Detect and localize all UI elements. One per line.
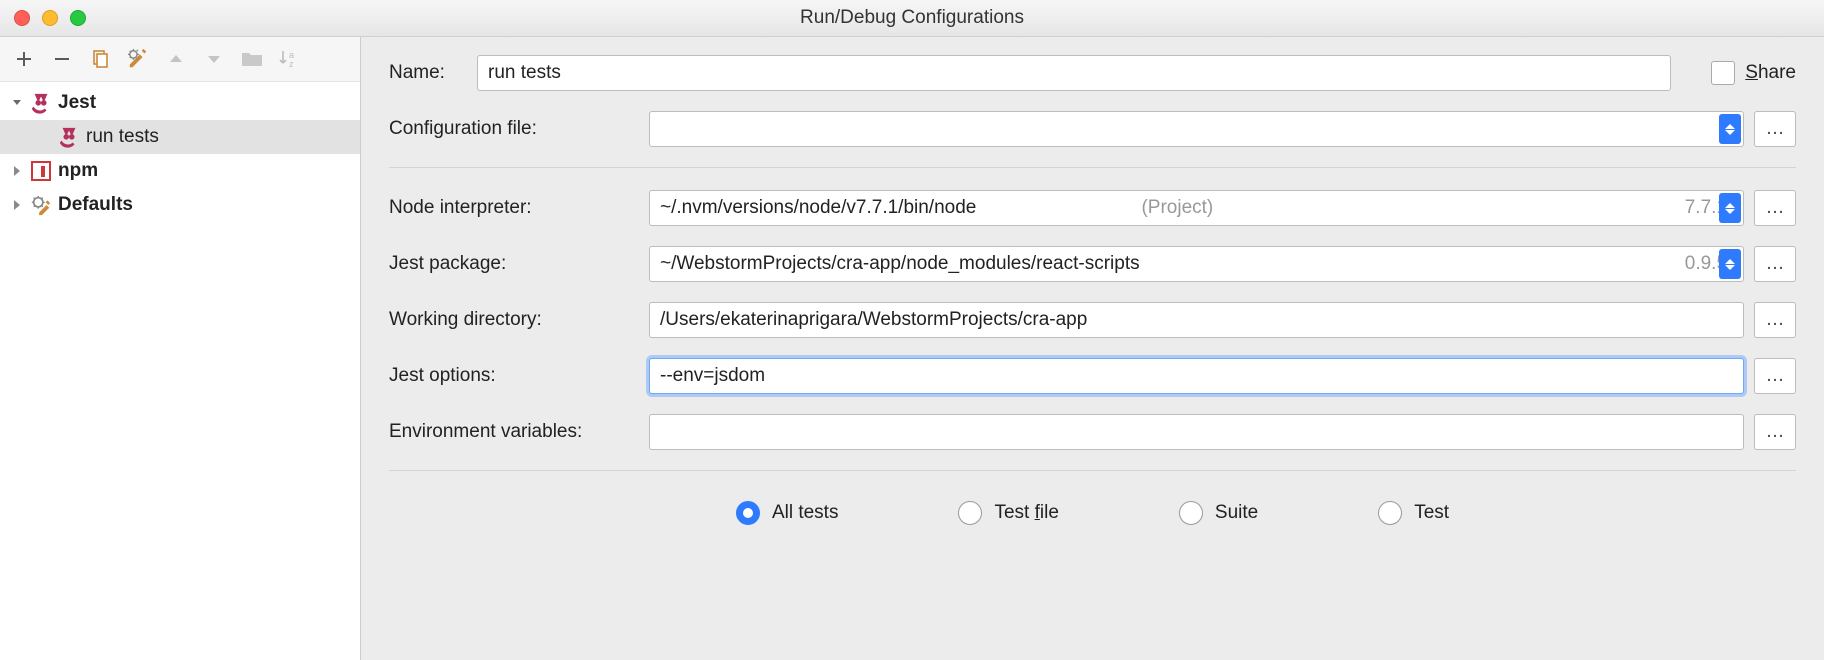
share-label: Share bbox=[1745, 62, 1796, 84]
env-vars-input[interactable] bbox=[649, 414, 1744, 450]
env-vars-edit-button[interactable]: … bbox=[1754, 414, 1796, 450]
config-panel: Name: Share Configuration file: … Node i… bbox=[361, 37, 1824, 660]
move-up-button[interactable] bbox=[164, 47, 188, 71]
jest-icon bbox=[58, 126, 80, 148]
tree-label: Defaults bbox=[58, 194, 133, 216]
folder-button[interactable] bbox=[240, 47, 264, 71]
jest-options-label: Jest options: bbox=[389, 365, 649, 387]
tree-node-jest[interactable]: Jest bbox=[0, 86, 360, 120]
add-config-button[interactable] bbox=[12, 47, 36, 71]
tree-node-npm[interactable]: npm bbox=[0, 154, 360, 188]
separator bbox=[389, 167, 1796, 168]
radio-label: Test bbox=[1414, 502, 1449, 524]
jest-package-select[interactable]: ~/WebstormProjects/cra-app/node_modules/… bbox=[649, 246, 1744, 282]
radio-icon bbox=[1179, 501, 1203, 525]
jest-options-expand-button[interactable]: … bbox=[1754, 358, 1796, 394]
dropdown-caret-icon bbox=[1719, 193, 1741, 223]
chevron-right-icon bbox=[10, 198, 24, 212]
env-vars-label: Environment variables: bbox=[389, 421, 649, 443]
working-dir-label: Working directory: bbox=[389, 309, 649, 331]
config-tree: Jest run tests npm bbox=[0, 82, 360, 660]
tree-label: run tests bbox=[86, 126, 159, 148]
node-interpreter-value: ~/.nvm/versions/node/v7.7.1/bin/node bbox=[660, 197, 1131, 219]
radio-icon bbox=[1378, 501, 1402, 525]
working-dir-input[interactable] bbox=[649, 302, 1744, 338]
jest-icon bbox=[30, 92, 52, 114]
npm-icon bbox=[30, 160, 52, 182]
radio-icon bbox=[736, 501, 760, 525]
minimize-window-button[interactable] bbox=[42, 10, 58, 26]
svg-text:z: z bbox=[289, 59, 294, 69]
share-option[interactable]: Share bbox=[1711, 61, 1796, 85]
radio-all-tests[interactable]: All tests bbox=[736, 501, 839, 525]
tree-label: npm bbox=[58, 160, 98, 182]
radio-test[interactable]: Test bbox=[1378, 501, 1449, 525]
chevron-down-icon bbox=[10, 96, 24, 110]
separator bbox=[389, 470, 1796, 471]
move-down-button[interactable] bbox=[202, 47, 226, 71]
jest-package-value: ~/WebstormProjects/cra-app/node_modules/… bbox=[660, 253, 1172, 275]
node-interpreter-label: Node interpreter: bbox=[389, 197, 649, 219]
node-interpreter-browse-button[interactable]: … bbox=[1754, 190, 1796, 226]
test-scope-radios: All tests Test file Suite Test bbox=[389, 501, 1796, 525]
config-file-select[interactable] bbox=[649, 111, 1744, 147]
dropdown-caret-icon bbox=[1719, 114, 1741, 144]
window-title: Run/Debug Configurations bbox=[0, 7, 1824, 29]
config-file-label: Configuration file: bbox=[389, 118, 649, 140]
configurations-sidebar: az Jest run tests bbox=[0, 37, 361, 660]
dropdown-caret-icon bbox=[1719, 249, 1741, 279]
tree-node-run-tests[interactable]: run tests bbox=[0, 120, 360, 154]
radio-test-file[interactable]: Test file bbox=[958, 501, 1058, 525]
window-controls bbox=[14, 10, 86, 26]
jest-package-label: Jest package: bbox=[389, 253, 649, 275]
radio-label: All tests bbox=[772, 502, 839, 524]
radio-label: Suite bbox=[1215, 502, 1258, 524]
close-window-button[interactable] bbox=[14, 10, 30, 26]
remove-config-button[interactable] bbox=[50, 47, 74, 71]
sort-az-button[interactable]: az bbox=[278, 47, 302, 71]
node-interpreter-select[interactable]: ~/.nvm/versions/node/v7.7.1/bin/node (Pr… bbox=[649, 190, 1744, 226]
zoom-window-button[interactable] bbox=[70, 10, 86, 26]
name-input[interactable] bbox=[477, 55, 1671, 91]
defaults-icon bbox=[30, 194, 52, 216]
config-file-browse-button[interactable]: … bbox=[1754, 111, 1796, 147]
tree-node-defaults[interactable]: Defaults bbox=[0, 188, 360, 222]
tree-label: Jest bbox=[58, 92, 96, 114]
share-checkbox[interactable] bbox=[1711, 61, 1735, 85]
edit-defaults-button[interactable] bbox=[126, 47, 150, 71]
radio-suite[interactable]: Suite bbox=[1179, 501, 1258, 525]
titlebar: Run/Debug Configurations bbox=[0, 0, 1824, 37]
node-interpreter-hint: (Project) bbox=[1141, 197, 1213, 219]
name-label: Name: bbox=[389, 62, 477, 84]
radio-icon bbox=[958, 501, 982, 525]
jest-package-browse-button[interactable]: … bbox=[1754, 246, 1796, 282]
chevron-right-icon bbox=[10, 164, 24, 178]
sidebar-toolbar: az bbox=[0, 37, 360, 82]
jest-options-input[interactable] bbox=[649, 358, 1744, 394]
copy-config-button[interactable] bbox=[88, 47, 112, 71]
radio-label: Test file bbox=[994, 502, 1058, 524]
working-dir-browse-button[interactable]: … bbox=[1754, 302, 1796, 338]
